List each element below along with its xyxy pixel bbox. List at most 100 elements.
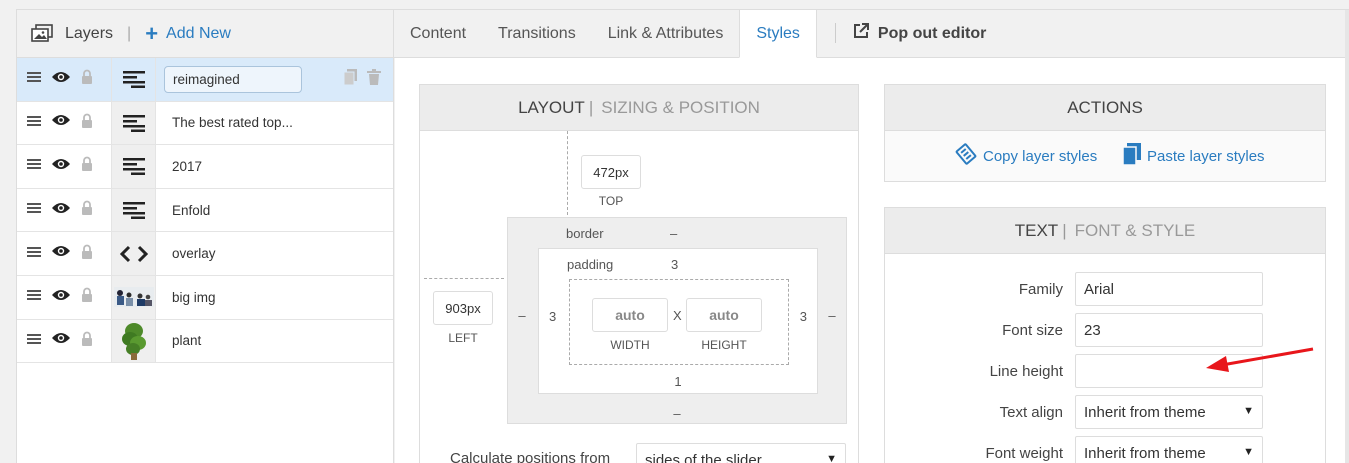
padding-label: padding: [567, 257, 614, 272]
top-label: TOP: [598, 194, 624, 208]
add-new-button[interactable]: + Add New: [145, 20, 231, 46]
text-align-select[interactable]: Inherit from theme ▼: [1075, 395, 1263, 429]
font-weight-select[interactable]: Inherit from theme ▼: [1075, 436, 1263, 463]
border-value[interactable]: –: [670, 226, 677, 241]
annotation-arrow-icon: [1206, 347, 1314, 372]
tab-transitions[interactable]: Transitions: [482, 10, 592, 57]
font-size-input[interactable]: 23: [1075, 313, 1263, 347]
paste-icon: [1122, 143, 1141, 169]
layers-header: Layers | + Add New: [17, 10, 393, 58]
height-input[interactable]: auto: [686, 298, 762, 332]
font-weight-value: Inherit from theme: [1084, 445, 1206, 462]
drag-handle-icon[interactable]: [27, 201, 41, 219]
width-input[interactable]: auto: [592, 298, 668, 332]
layer-row[interactable]: overlay: [17, 232, 393, 276]
tab-styles[interactable]: Styles: [739, 9, 817, 58]
plus-icon: +: [145, 20, 159, 46]
drag-handle-icon[interactable]: [27, 245, 41, 263]
lock-icon[interactable]: [81, 113, 93, 133]
padding-bottom-value[interactable]: 1: [539, 374, 817, 389]
layer-name: plant: [172, 333, 202, 349]
layer-row[interactable]: Enfold: [17, 188, 393, 233]
text-layer-icon: [111, 188, 156, 232]
lock-icon[interactable]: [81, 331, 93, 351]
tab-separator: [834, 23, 836, 43]
padding-top-value[interactable]: 3: [671, 257, 678, 272]
eye-icon[interactable]: [51, 157, 71, 176]
height-label: HEIGHT: [701, 338, 747, 352]
lock-icon[interactable]: [81, 156, 93, 176]
text-subtitle: FONT & STYLE: [1074, 220, 1196, 240]
calc-positions-label: Calculate positions from: [450, 450, 611, 463]
layer-name: big img: [172, 289, 216, 305]
drag-handle-icon[interactable]: [27, 114, 41, 132]
copy-layer-styles-button[interactable]: Copy layer styles: [955, 143, 1097, 169]
layer-name: 2017: [172, 158, 203, 174]
padding-right-value[interactable]: 3: [800, 309, 807, 324]
font-weight-label: Font weight: [985, 445, 1063, 462]
layout-title: LAYOUT: [518, 97, 585, 117]
eye-icon[interactable]: [51, 70, 71, 89]
text-title: TEXT: [1014, 220, 1059, 240]
layers-title: Layers: [65, 24, 114, 42]
drag-handle-icon[interactable]: [27, 70, 41, 88]
image-thumbnail: [111, 319, 156, 363]
paste-layer-styles-button[interactable]: Paste layer styles: [1122, 143, 1265, 169]
layer-row[interactable]: The best rated top...: [17, 101, 393, 146]
layer-row[interactable]: plant: [17, 319, 393, 364]
actions-panel-header: ACTIONS: [885, 85, 1325, 131]
text-panel: TEXT | FONT & STYLE Family Arial Font si…: [884, 207, 1326, 463]
duplicate-icon[interactable]: [343, 68, 357, 90]
clipboard-copy-icon: [955, 143, 977, 169]
image-thumbnail: [111, 275, 156, 319]
margin-box: – – – border – padding 3 3 3 1 auto X au: [507, 217, 847, 424]
layer-row[interactable]: reimagined: [17, 58, 393, 102]
family-input[interactable]: Arial: [1075, 272, 1263, 306]
pop-out-label: Pop out editor: [877, 24, 987, 42]
layer-name-input[interactable]: reimagined: [164, 65, 302, 93]
text-layer-icon: [111, 101, 156, 145]
eye-icon[interactable]: [51, 288, 71, 307]
dimension-separator: X: [673, 308, 682, 323]
content-box: auto X auto WIDTH HEIGHT: [569, 279, 789, 365]
lock-icon[interactable]: [81, 69, 93, 89]
layer-row[interactable]: big img: [17, 275, 393, 320]
text-align-label: Text align: [999, 404, 1063, 421]
trash-icon[interactable]: [367, 68, 381, 90]
tab-content[interactable]: Content: [394, 10, 482, 57]
drag-handle-icon[interactable]: [27, 332, 41, 350]
layer-editor: Layers | + Add New reimagined The best r…: [0, 0, 1349, 463]
caret-down-icon: ▼: [1243, 446, 1254, 458]
lock-icon[interactable]: [81, 287, 93, 307]
caret-down-icon: ▼: [826, 453, 837, 463]
add-new-label: Add New: [166, 24, 231, 42]
pop-out-editor-button[interactable]: Pop out editor: [852, 10, 986, 57]
margin-right-value[interactable]: –: [822, 308, 842, 323]
styles-pane: LAYOUT | SIZING & POSITION 472px TOP 903…: [395, 58, 1349, 463]
layer-row[interactable]: 2017: [17, 145, 393, 189]
scrollbar[interactable]: [1345, 10, 1349, 463]
padding-box: padding 3 3 3 1 auto X auto WIDTH HEIGHT: [538, 248, 818, 394]
lock-icon[interactable]: [81, 200, 93, 220]
calc-positions-select[interactable]: sides of the slider ▼: [636, 443, 846, 463]
margin-left-value[interactable]: –: [512, 308, 532, 323]
left-input[interactable]: 903px: [433, 291, 493, 325]
left-label: LEFT: [448, 331, 478, 345]
header-separator: |: [127, 24, 132, 42]
copy-layer-styles-label: Copy layer styles: [983, 147, 1098, 165]
calc-positions-value: sides of the slider: [645, 452, 762, 463]
caret-down-icon: ▼: [1243, 405, 1254, 417]
external-link-icon: [852, 22, 870, 45]
drag-handle-icon[interactable]: [27, 157, 41, 175]
tab-link-attributes[interactable]: Link & Attributes: [592, 10, 740, 57]
lock-icon[interactable]: [81, 244, 93, 264]
eye-icon[interactable]: [51, 201, 71, 220]
top-strip: [16, 0, 1349, 10]
padding-left-value[interactable]: 3: [549, 309, 556, 324]
eye-icon[interactable]: [51, 244, 71, 263]
eye-icon[interactable]: [51, 113, 71, 132]
margin-bottom-value[interactable]: –: [508, 406, 846, 421]
eye-icon[interactable]: [51, 331, 71, 350]
top-input[interactable]: 472px: [581, 155, 641, 189]
drag-handle-icon[interactable]: [27, 288, 41, 306]
